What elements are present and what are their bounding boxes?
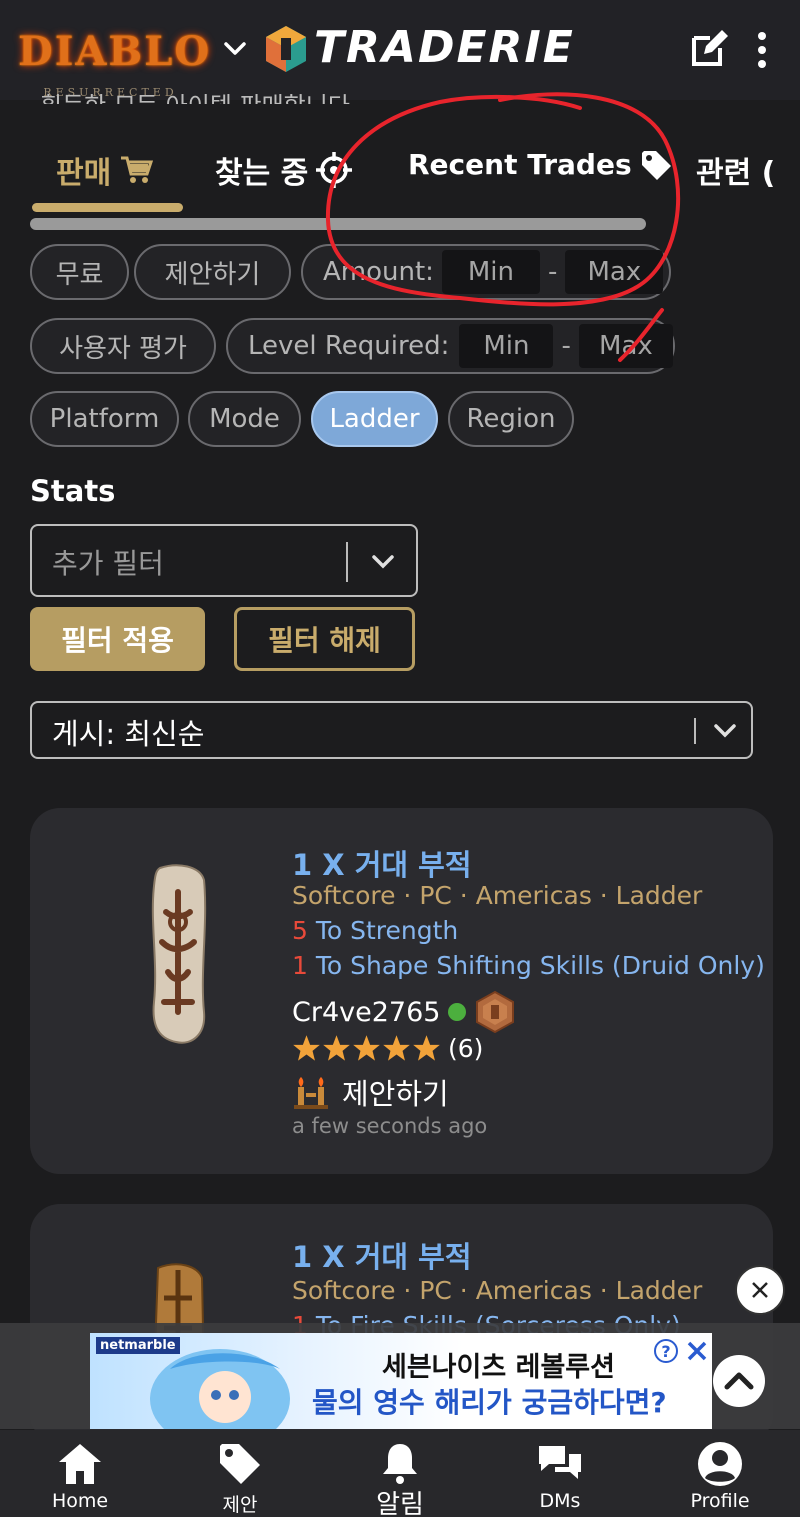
bell-icon (383, 1444, 417, 1484)
clear-filter-button[interactable]: 필터 해제 (234, 607, 415, 671)
crosshair-icon (316, 152, 353, 188)
select-divider (346, 542, 348, 582)
ad-headline: 세븐나이츠 레볼루션 (382, 1352, 615, 1383)
star-icon (323, 1035, 350, 1061)
chevron-down-icon[interactable] (370, 552, 396, 572)
add-filter-select[interactable]: 추가 필터 (30, 524, 418, 597)
nav-profile[interactable]: Profile (640, 1430, 800, 1517)
ad-banner[interactable]: netmarble 세븐나이츠 레볼루션 물의 영수 해리가 궁금하다면? (90, 1333, 712, 1429)
more-menu-icon[interactable] (752, 30, 772, 70)
seller-badge-icon (476, 990, 515, 1034)
listing-card[interactable]: 1 X 거대 부적 Softcore · PC · Americas · Lad… (30, 808, 773, 1174)
close-ad-button[interactable] (735, 1265, 785, 1315)
listing-title[interactable]: 1 X 거대 부적 (292, 842, 472, 884)
sort-value: 게시: 최신순 (52, 717, 205, 751)
star-icon (293, 1035, 320, 1061)
tab-recent-trades[interactable]: Recent Trades (408, 148, 672, 181)
tag-icon (641, 150, 671, 180)
filter-region-chip[interactable]: Region (448, 391, 574, 447)
chevron-up-icon (724, 1372, 754, 1390)
chevron-down-icon[interactable] (712, 721, 738, 741)
app-header: DIABLO RESURRECTED TRADERIE (0, 0, 800, 100)
brand-name[interactable]: TRADERIE (314, 22, 575, 73)
filter-mode-chip[interactable]: Mode (188, 391, 301, 447)
online-status-dot (448, 1003, 467, 1021)
offer-pillars-icon (294, 1077, 328, 1109)
amount-max-input[interactable]: Max (565, 250, 664, 294)
grand-charm-image (151, 864, 207, 1044)
filter-amount-range: Amount: Min - Max (301, 244, 671, 300)
amount-min-input[interactable]: Min (441, 250, 540, 294)
close-icon (752, 1282, 768, 1298)
tab-wanted[interactable]: 찾는 중 (215, 148, 353, 192)
bottom-navigation: Home 제안 알림 DMs Profile (0, 1430, 800, 1517)
edit-icon[interactable] (690, 30, 728, 68)
ad-brand: netmarble (96, 1337, 180, 1354)
filter-user-rating-chip[interactable]: 사용자 평가 (30, 318, 216, 374)
tag-icon (220, 1444, 260, 1484)
rating-count: (6) (448, 1034, 484, 1063)
nav-home[interactable]: Home (0, 1430, 160, 1517)
listing-stat: 5 To Strength (292, 916, 459, 945)
profile-icon (698, 1442, 742, 1486)
logo-title: DIABLO (18, 28, 212, 75)
home-icon (59, 1444, 101, 1484)
star-icon (353, 1035, 380, 1061)
tab-selling[interactable]: 판매 (56, 148, 154, 192)
nav-offers[interactable]: 제안 (160, 1430, 320, 1517)
cart-icon (121, 156, 154, 183)
tab-related[interactable]: 관련 ( (696, 148, 775, 192)
chat-icon (539, 1446, 581, 1479)
listing-stat: 1 To Shape Shifting Skills (Druid Only) (292, 951, 765, 980)
listing-title[interactable]: 1 X 거대 부적 (292, 1234, 472, 1276)
level-min-input[interactable]: Min (459, 324, 554, 368)
select-divider (694, 718, 696, 744)
traderie-logo-icon[interactable] (262, 24, 310, 74)
ad-info-icon[interactable]: ? (653, 1338, 679, 1364)
listing-time: a few seconds ago (292, 1114, 488, 1138)
chevron-down-icon[interactable] (222, 36, 248, 62)
seller-username[interactable]: Cr4ve2765 (292, 997, 440, 1028)
apply-filter-button[interactable]: 필터 적용 (30, 607, 205, 671)
listing-meta: Softcore · PC · Americas · Ladder (292, 1276, 703, 1305)
seller-rating: (6) (292, 1034, 483, 1063)
level-max-input[interactable]: Max (578, 324, 673, 368)
filter-platform-chip[interactable]: Platform (30, 391, 179, 447)
stats-heading: Stats (30, 474, 116, 508)
peek-text: 획득한 모든 아이템 판매합니다 (40, 86, 350, 104)
listing-meta: Softcore · PC · Americas · Ladder (292, 881, 703, 910)
make-offer-link[interactable]: 제안하기 (292, 1071, 449, 1113)
active-tab-indicator (32, 203, 183, 212)
seller-info[interactable]: Cr4ve2765 (292, 990, 516, 1034)
svg-text:?: ? (661, 1342, 670, 1361)
star-icon (383, 1035, 410, 1061)
tabs-scrollbar[interactable] (30, 218, 646, 230)
filter-free-chip[interactable]: 무료 (30, 244, 129, 300)
sort-select[interactable]: 게시: 최신순 (30, 701, 753, 759)
ad-close-icon[interactable] (684, 1338, 710, 1364)
level-label: Level Required: (248, 331, 450, 361)
star-icon (413, 1035, 440, 1061)
range-separator: - (561, 331, 571, 361)
nav-notifications[interactable]: 알림 (320, 1430, 480, 1517)
filter-ladder-chip[interactable]: Ladder (311, 391, 438, 447)
filter-level-range: Level Required: Min - Max (226, 318, 675, 374)
scroll-to-top-button[interactable] (713, 1355, 765, 1407)
amount-label: Amount: (323, 257, 434, 287)
filter-offer-chip[interactable]: 제안하기 (134, 244, 291, 300)
add-filter-placeholder: 추가 필터 (52, 547, 164, 580)
nav-dms[interactable]: DMs (480, 1430, 640, 1517)
ad-subline: 물의 영수 해리가 궁금하다면? (312, 1386, 667, 1419)
range-separator: - (547, 257, 558, 287)
